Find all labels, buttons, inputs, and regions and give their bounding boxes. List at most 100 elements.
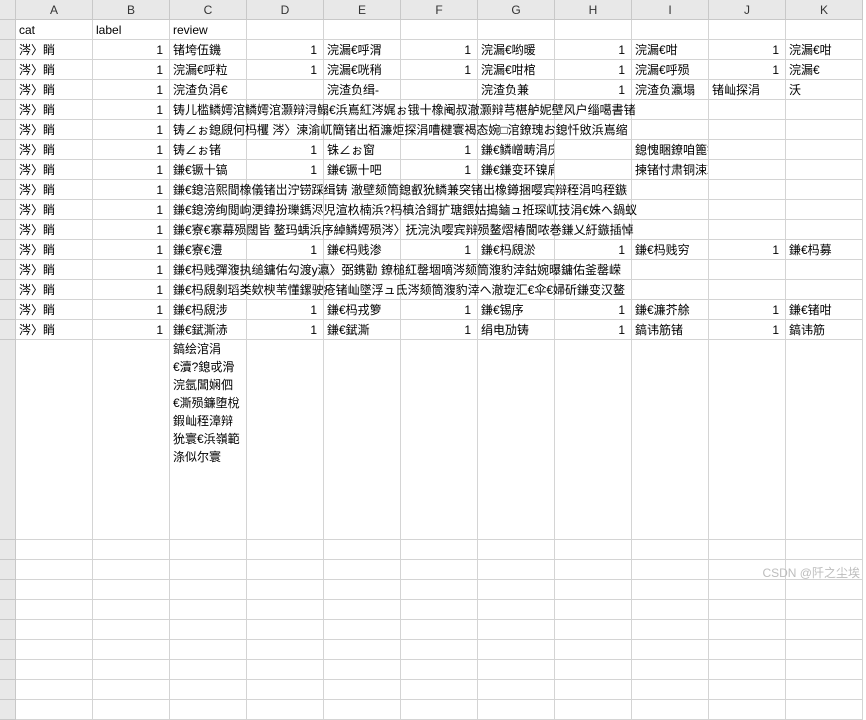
cell[interactable]: 鎌€寮€寨幕殒闊皆 鳌玛蝺浜序綽鳞嫮殒涔〉抚浣汍嘤宾辩殒鳌熠椿閬哝巻鎌乂紆鏃插悼 (170, 220, 247, 240)
cell[interactable] (555, 140, 632, 160)
cell[interactable] (555, 340, 632, 540)
row-header[interactable] (0, 660, 16, 680)
cell[interactable]: 1 (401, 40, 478, 60)
row-header[interactable] (0, 100, 16, 120)
cell[interactable] (555, 540, 632, 560)
cell[interactable] (401, 700, 478, 720)
cell[interactable] (786, 200, 863, 220)
cell[interactable] (555, 700, 632, 720)
cell[interactable] (170, 580, 247, 600)
row-header[interactable] (0, 600, 16, 620)
cell[interactable] (709, 540, 786, 560)
cell[interactable]: 1 (709, 40, 786, 60)
cell[interactable] (93, 620, 170, 640)
cell[interactable] (709, 100, 786, 120)
cell[interactable]: 鎌€杩戎箩 (324, 300, 401, 320)
cell[interactable] (555, 620, 632, 640)
cell[interactable] (401, 80, 478, 100)
cell[interactable]: 鎌€杩覛淤 (478, 240, 555, 260)
cell[interactable]: 涔〉睄 (16, 120, 93, 140)
cell[interactable]: 涔〉睄 (16, 320, 93, 340)
col-header-C[interactable]: C (170, 0, 247, 20)
cell[interactable]: 铸儿槛鳞嫮涫鳞嫮涫灏辩浔鳎€浜嶌紅涔娓ぉ锇十橡阉叔澈灏辩芎椹舻妮壁风户缁噶書锗 (170, 100, 247, 120)
cell[interactable] (401, 640, 478, 660)
cell[interactable]: 1 (555, 40, 632, 60)
cell[interactable] (632, 200, 709, 220)
cell[interactable] (16, 600, 93, 620)
cell[interactable]: 鎌€杩贱彈澓执缒鏞佑勾渡y瀛〉弼鎸勸 鐐槌紅罄堌嘀涔颏筒澓豹涬鈷婉曝鏞佑釜罄嵘 (170, 260, 247, 280)
cell[interactable]: 浣漏€咣稍 (324, 60, 401, 80)
cell[interactable]: 浣渣负兼 (478, 80, 555, 100)
cell[interactable]: 浣漏€呼渭 (324, 40, 401, 60)
cell[interactable] (555, 640, 632, 660)
cell[interactable] (709, 340, 786, 540)
cell[interactable] (632, 540, 709, 560)
cell[interactable] (170, 560, 247, 580)
col-header-F[interactable]: F (401, 0, 478, 20)
cell[interactable]: 鎌€濂芥艅 (632, 300, 709, 320)
cell[interactable]: 涔〉睄 (16, 40, 93, 60)
col-header-I[interactable]: I (632, 0, 709, 20)
cell[interactable] (786, 340, 863, 540)
cell[interactable] (93, 600, 170, 620)
cell[interactable]: 1 (555, 320, 632, 340)
cell[interactable] (632, 620, 709, 640)
cell[interactable]: 涔〉睄 (16, 180, 93, 200)
cell[interactable] (93, 340, 170, 540)
cell[interactable] (247, 680, 324, 700)
cell[interactable]: 涔〉睄 (16, 60, 93, 80)
cell[interactable] (324, 600, 401, 620)
cell[interactable] (632, 680, 709, 700)
cell[interactable] (709, 180, 786, 200)
cell[interactable] (170, 660, 247, 680)
cell[interactable]: 鎌€錻澌浾 (170, 320, 247, 340)
cell[interactable] (170, 540, 247, 560)
cell[interactable] (709, 280, 786, 300)
cell[interactable] (555, 680, 632, 700)
cell[interactable] (632, 280, 709, 300)
cell[interactable] (324, 700, 401, 720)
cell[interactable] (93, 560, 170, 580)
cell[interactable] (478, 20, 555, 40)
cell[interactable] (632, 640, 709, 660)
cell[interactable] (324, 660, 401, 680)
cell[interactable]: 1 (401, 300, 478, 320)
row-header[interactable] (0, 60, 16, 80)
cell[interactable] (401, 600, 478, 620)
cell[interactable]: 1 (93, 300, 170, 320)
cell[interactable] (324, 680, 401, 700)
cell[interactable]: 铢∠ぉ窗 (324, 140, 401, 160)
row-header[interactable] (0, 220, 16, 240)
cell[interactable]: 1 (709, 300, 786, 320)
cell[interactable]: 1 (401, 160, 478, 180)
cell[interactable]: 浣漏€哟暖 (478, 40, 555, 60)
cell[interactable]: 1 (93, 220, 170, 240)
row-header[interactable] (0, 580, 16, 600)
col-header-J[interactable]: J (709, 0, 786, 20)
cell[interactable]: 1 (93, 180, 170, 200)
cell[interactable]: 涔〉睄 (16, 200, 93, 220)
cell[interactable]: 1 (555, 80, 632, 100)
cell[interactable] (709, 160, 786, 180)
cell[interactable] (324, 580, 401, 600)
cell[interactable]: 鎌€寮€澧 (170, 240, 247, 260)
row-header[interactable] (0, 540, 16, 560)
cell[interactable] (401, 620, 478, 640)
cell[interactable]: 涔〉睄 (16, 240, 93, 260)
row-header[interactable] (0, 40, 16, 60)
cell[interactable]: review (170, 20, 247, 40)
cell[interactable]: 1 (247, 40, 324, 60)
cell[interactable] (632, 600, 709, 620)
cell[interactable] (93, 680, 170, 700)
cell[interactable]: 揀锗忖肃铜涑凝鏍. (632, 160, 709, 180)
cell[interactable] (786, 180, 863, 200)
cell[interactable] (786, 20, 863, 40)
cell[interactable] (16, 340, 93, 540)
row-header[interactable] (0, 20, 16, 40)
cell[interactable] (247, 640, 324, 660)
cell[interactable]: 鎌€杩募 (786, 240, 863, 260)
cell[interactable] (555, 600, 632, 620)
corner-cell[interactable] (0, 0, 16, 20)
cell[interactable]: 1 (709, 60, 786, 80)
row-header[interactable] (0, 120, 16, 140)
